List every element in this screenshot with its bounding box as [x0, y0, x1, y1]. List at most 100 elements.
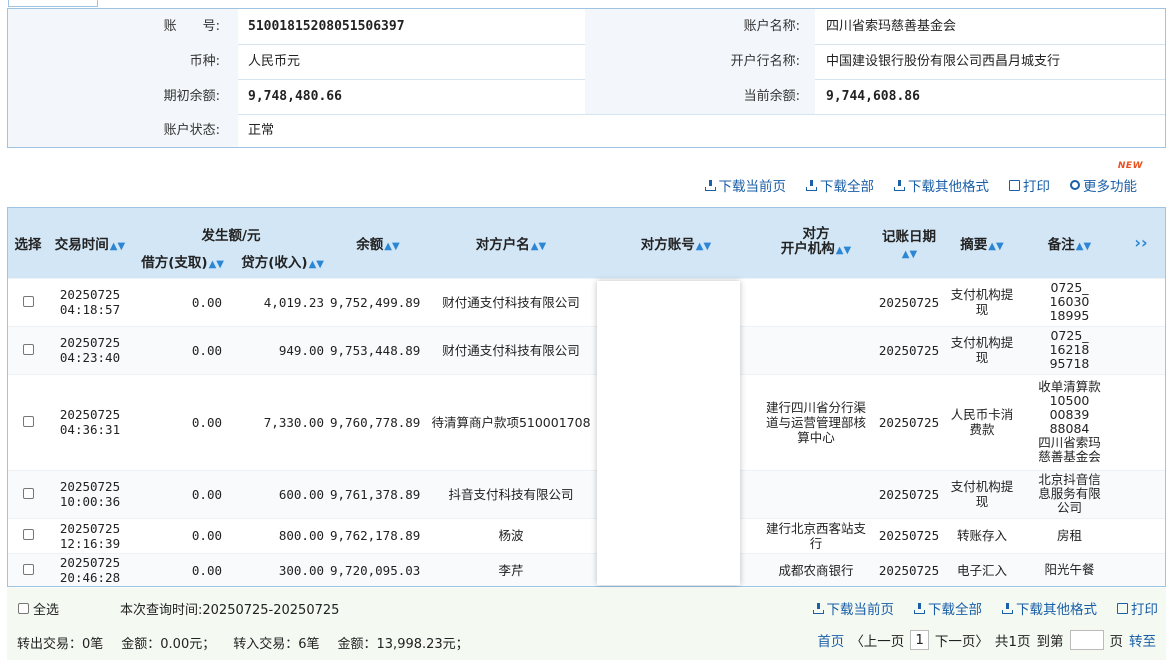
time-cell: 20250725 04:36:31 [48, 373, 132, 470]
spacer-cell [1117, 469, 1165, 518]
tab-stub[interactable] [8, 0, 98, 7]
table-row: 20250725 04:18:57 0.00 4,019.23 9,752,499.89… [8, 277, 1165, 326]
header-credit[interactable]: 贷方(收入)▲▼ [228, 244, 330, 278]
header-debit[interactable]: 借方(支取)▲▼ [132, 244, 228, 278]
first-page-link[interactable]: 首页 [817, 630, 844, 650]
counterparty-name-cell: 财付通支付科技有限公司 [426, 277, 596, 326]
sort-icon: ▲▼ [988, 240, 1004, 252]
opening-balance-label: 期初余额: [163, 89, 220, 104]
summary-cell: 人民币卡消费款 [942, 373, 1022, 470]
footer-download-page-button[interactable]: 下载当前页 [812, 598, 894, 618]
balance-cell: 9,720,095.03 [330, 552, 426, 586]
spacer-cell [1117, 517, 1165, 553]
total-pages: 共1页 [994, 634, 1031, 650]
debit-cell: 0.00 [132, 325, 228, 374]
account-name-label: 账户名称: [743, 19, 800, 34]
posting-date-cell: 20250725 [876, 552, 942, 586]
row-checkbox[interactable] [22, 415, 34, 427]
sort-icon: ▲▼ [695, 240, 712, 252]
table-row: 20250725 04:36:31 0.00 7,330.00 9,760,778.89… [8, 373, 1165, 470]
posting-date-cell: 20250725 [876, 517, 942, 553]
header-posting-date[interactable]: 记账日期▲▼ [876, 208, 942, 278]
row-checkbox[interactable] [22, 529, 34, 540]
row-select-cell [8, 517, 48, 553]
row-select-cell [8, 373, 48, 470]
sort-icon: ▲▼ [109, 240, 126, 252]
header-counterparty-account[interactable]: 对方账号▲▼ [596, 208, 756, 278]
remark-cell: 收单清算款 10500 00839 88084 四川省索玛 慈善基金会 [1022, 373, 1117, 470]
posting-date-cell: 20250725 [876, 373, 942, 470]
double-chevron-right-icon: ›› [1134, 233, 1148, 253]
table-row: 20250725 12:16:39 0.00 800.00 9,762,178.89 杨波… [8, 517, 1165, 553]
current-balance-value: 9,744,608.86 [826, 89, 920, 104]
balance-cell: 9,760,778.89 [330, 373, 426, 470]
prev-page-link[interactable]: 〈上一页 [850, 630, 904, 650]
remark-cell: 北京抖音信 息服务有限 公司 [1022, 469, 1117, 518]
more-functions-button[interactable]: 更多功能 NEW [1070, 161, 1142, 195]
sort-icon: ▲▼ [901, 248, 918, 260]
summary-cell: 支付机构提现 [942, 325, 1022, 374]
counterparty-name-cell: 财付通支付科技有限公司 [426, 325, 596, 374]
currency-value: 人民币元 [248, 54, 301, 69]
printer-icon [1117, 602, 1128, 614]
time-cell: 20250725 12:16:39 [48, 517, 132, 553]
account-status-label: 账户状态: [163, 123, 220, 138]
row-select-cell [8, 277, 48, 326]
counterparty-name-cell: 抖音支付科技有限公司 [426, 469, 596, 518]
summary-cell: 电子汇入 [942, 552, 1022, 586]
header-summary[interactable]: 摘要▲▼ [942, 208, 1022, 278]
account-row-3: 期初余额: 9,748,480.66 当前余额: 9,744,608.86 [8, 79, 1165, 115]
account-row-2: 币种: 人民币元 开户行名称: 中国建设银行股份有限公司西昌月城支行 [8, 44, 1165, 80]
spacer-cell [1117, 552, 1165, 586]
debit-cell: 0.00 [132, 469, 228, 518]
select-all[interactable]: 全选 [18, 599, 59, 618]
footer-download-other-format-button[interactable]: 下载其他格式 [1002, 598, 1097, 618]
header-counterparty-bank[interactable]: 对方 开户机构▲▼ [756, 208, 876, 278]
debit-cell: 0.00 [132, 277, 228, 326]
print-button[interactable]: 打印 [1009, 175, 1050, 195]
account-no-label: 账 号: [163, 19, 220, 34]
remark-cell: 房租 [1022, 517, 1117, 553]
row-checkbox[interactable] [22, 487, 34, 499]
current-page: 1 [910, 630, 929, 650]
header-remark[interactable]: 备注▲▼ [1022, 208, 1117, 278]
download-icon [806, 179, 817, 191]
goto-button[interactable]: 转至 [1129, 630, 1156, 650]
printer-icon [1009, 179, 1020, 191]
gear-icon [1070, 180, 1080, 190]
time-cell: 20250725 10:00:36 [48, 469, 132, 518]
balance-cell: 9,753,448.89 [330, 325, 426, 374]
counterparty-name-cell: 杨波 [426, 517, 596, 553]
footer-print-button[interactable]: 打印 [1117, 598, 1158, 618]
spacer-cell [1117, 277, 1165, 326]
account-row-1: 账 号: 51001815208051506397 账户名称: 四川省索玛慈善基… [8, 9, 1165, 45]
goto-label: 到第 [1036, 634, 1064, 650]
header-counterparty-name[interactable]: 对方户名▲▼ [426, 208, 596, 278]
transactions-table: 选择 交易时间▲▼ 发生额/元 余额▲▼ 对方户名▲▼ 对方账号▲▼ 对方 开户机… [7, 207, 1166, 587]
row-select-cell [8, 552, 48, 586]
debit-cell: 0.00 [132, 552, 228, 586]
time-cell: 20250725 04:18:57 [48, 277, 132, 326]
goto-page-input[interactable] [1069, 630, 1104, 650]
pagination: 首页 〈上一页 1 下一页〉 共1页 到第 页 转至 [817, 630, 1156, 650]
more-columns-button[interactable]: ›› [1117, 208, 1165, 278]
header-time[interactable]: 交易时间▲▼ [48, 208, 132, 278]
download-all-button[interactable]: 下载全部 [806, 175, 874, 195]
incoming-amount: 金额：13,998.23元； [337, 637, 469, 652]
next-page-link[interactable]: 下一页〉 [935, 630, 989, 650]
footer-download-all-button[interactable]: 下载全部 [914, 598, 982, 618]
row-checkbox[interactable] [22, 563, 34, 575]
counterparty-bank-cell [756, 277, 876, 326]
header-balance[interactable]: 余额▲▼ [330, 208, 426, 278]
select-all-checkbox[interactable] [18, 603, 29, 614]
row-checkbox[interactable] [22, 295, 34, 307]
sort-icon: ▲▼ [308, 258, 324, 270]
row-checkbox[interactable] [22, 343, 34, 355]
balance-cell: 9,752,499.89 [330, 277, 426, 326]
download-page-button[interactable]: 下载当前页 [704, 175, 786, 195]
outgoing-transactions: 转出交易：0笔 [17, 637, 104, 652]
page-unit-label: 页 [1109, 634, 1124, 650]
download-other-format-button[interactable]: 下载其他格式 [894, 175, 989, 195]
sort-icon: ▲▼ [384, 240, 400, 252]
debit-cell: 0.00 [132, 373, 228, 470]
